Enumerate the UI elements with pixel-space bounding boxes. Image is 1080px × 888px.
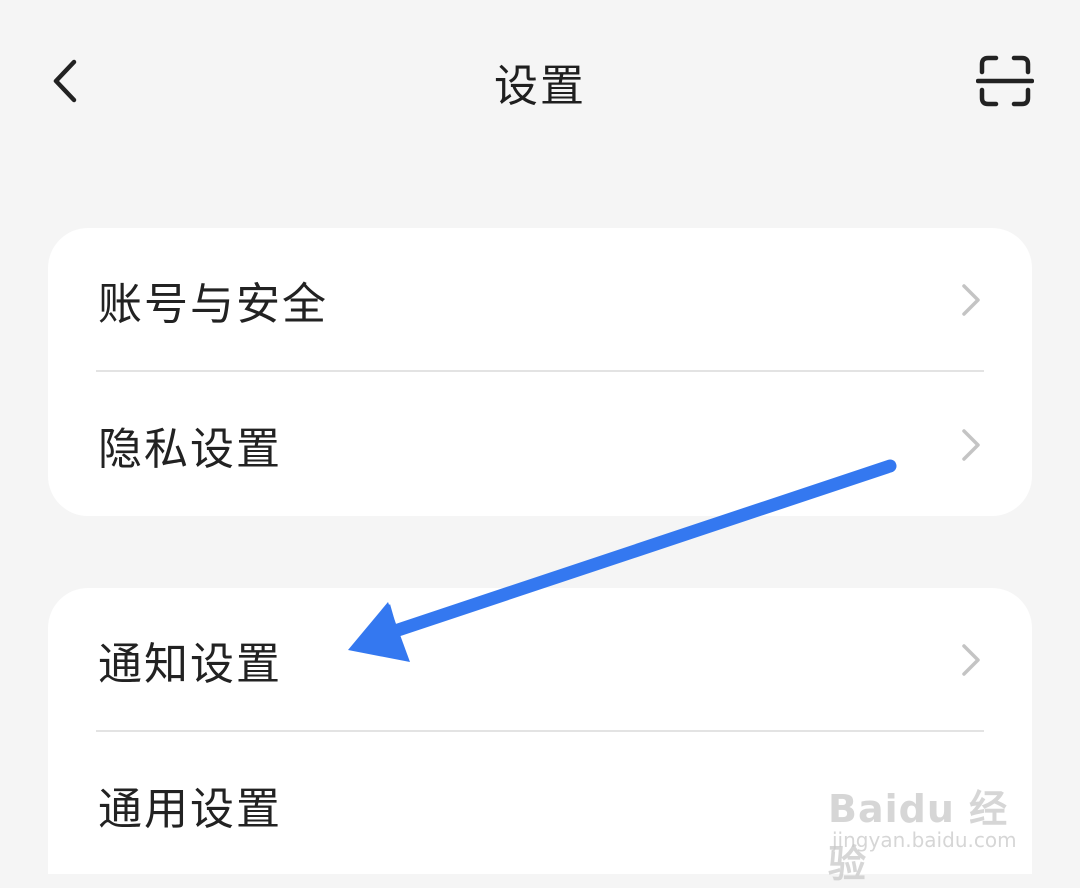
settings-item-label: 通用设置 — [98, 783, 282, 835]
page-title: 设置 — [494, 61, 586, 112]
settings-group-general: 通知设置 通用设置 — [48, 588, 1032, 874]
scan-icon — [975, 55, 1035, 107]
settings-item-label: 通知设置 — [98, 638, 282, 690]
divider — [96, 730, 984, 732]
settings-item-general[interactable]: 通用设置 — [48, 733, 1032, 876]
settings-item-label: 隐私设置 — [98, 423, 282, 475]
settings-item-label: 账号与安全 — [98, 278, 328, 330]
settings-item-notifications[interactable]: 通知设置 — [48, 588, 1032, 731]
settings-item-account-security[interactable]: 账号与安全 — [48, 228, 1032, 371]
scan-button[interactable] — [975, 52, 1035, 110]
divider — [96, 370, 984, 372]
top-bar: 设置 — [0, 0, 1080, 160]
settings-item-privacy[interactable]: 隐私设置 — [48, 373, 1032, 516]
settings-group-account: 账号与安全 隐私设置 — [48, 228, 1032, 516]
chevron-right-icon — [962, 283, 980, 316]
chevron-right-icon — [962, 643, 980, 676]
chevron-right-icon — [962, 428, 980, 461]
